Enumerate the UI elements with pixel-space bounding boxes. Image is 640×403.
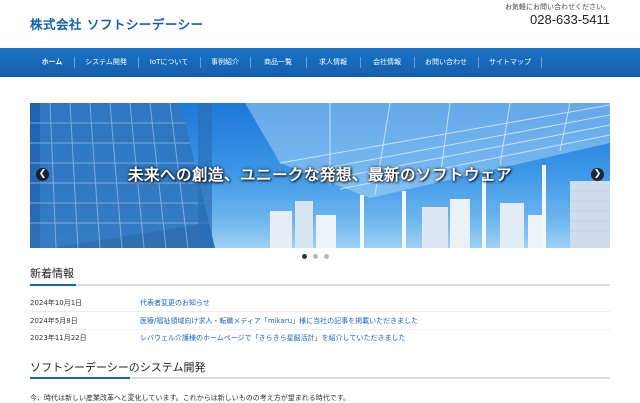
main-nav: ホーム システム開発 IoTについて 事例紹介 商品一覧 求人情報 会社情報 お…	[0, 48, 640, 77]
slider-dot-2[interactable]	[313, 254, 318, 259]
system-dev-section-title: ソフトシーデーシーのシステム開発	[30, 361, 206, 374]
news-item: 2024年5月8日 医療/福祉領域向け求人・転職メディア「mikaru」様に当社…	[30, 316, 610, 334]
news-link[interactable]: レバウェル介護様のホームページで「きらきら星脳活計」を紹介していただきました	[140, 333, 405, 343]
news-title-rule	[30, 284, 610, 286]
news-link[interactable]: 代表者変更のお知らせ	[140, 298, 210, 308]
system-dev-intro-text: 今、時代は新しい産業改革へと変化しています。これからは新しいものの考え方が望まれ…	[30, 394, 351, 402]
chevron-right-icon[interactable]: ❯	[591, 168, 604, 181]
system-dev-title-accent	[30, 377, 130, 379]
site-logo[interactable]: 株式会社 ソフトシーデーシー	[30, 14, 204, 33]
hero-slider: 未来への創造、ユニークな発想、最新のソフトウェア ❮ ❯	[30, 103, 610, 248]
system-dev-title-rule	[30, 377, 610, 379]
news-section-title: 新着情報	[30, 267, 74, 280]
news-link[interactable]: 医療/福祉領域向け求人・転職メディア「mikaru」様に当社の記事を掲載いただき…	[140, 316, 418, 326]
contact-phone[interactable]: 028-633-5411	[530, 12, 610, 27]
nav-item-company[interactable]: 会社情報	[360, 48, 414, 77]
nav-item-cases[interactable]: 事例紹介	[200, 48, 250, 77]
news-divider	[30, 329, 610, 330]
nav-item-system-dev[interactable]: システム開発	[74, 48, 138, 77]
nav-item-contact[interactable]: お問い合わせ	[414, 48, 478, 77]
slider-dot-3[interactable]	[324, 254, 329, 259]
news-item: 2023年11月22日 レバウェル介護様のホームページで「きらきら星脳活計」を紹…	[30, 333, 610, 351]
nav-item-sitemap[interactable]: サイトマップ	[478, 48, 542, 77]
nav-item-recruit[interactable]: 求人情報	[306, 48, 360, 77]
slider-dot-1[interactable]	[302, 254, 307, 259]
nav-item-home[interactable]: ホーム	[30, 48, 74, 77]
nav-item-iot[interactable]: IoTについて	[138, 48, 200, 77]
news-date: 2024年5月8日	[30, 317, 78, 325]
news-divider	[30, 311, 610, 312]
news-date: 2024年10月1日	[30, 299, 83, 307]
news-date: 2023年11月22日	[30, 334, 87, 342]
site-header: 株式会社 ソフトシーデーシー お気軽にお問い合わせください。 028-633-5…	[0, 0, 640, 48]
nav-list: ホーム システム開発 IoTについて 事例紹介 商品一覧 求人情報 会社情報 お…	[30, 48, 542, 77]
slide-caption: 未来への創造、ユニークな発想、最新のソフトウェア	[127, 166, 512, 184]
contact-note: お気軽にお問い合わせください。	[505, 3, 610, 11]
nav-item-products[interactable]: 商品一覧	[250, 48, 306, 77]
slider-pagination	[302, 254, 329, 259]
news-title-accent	[30, 284, 76, 286]
news-item: 2024年10月1日 代表者変更のお知らせ	[30, 298, 610, 316]
chevron-left-icon[interactable]: ❮	[36, 168, 49, 181]
